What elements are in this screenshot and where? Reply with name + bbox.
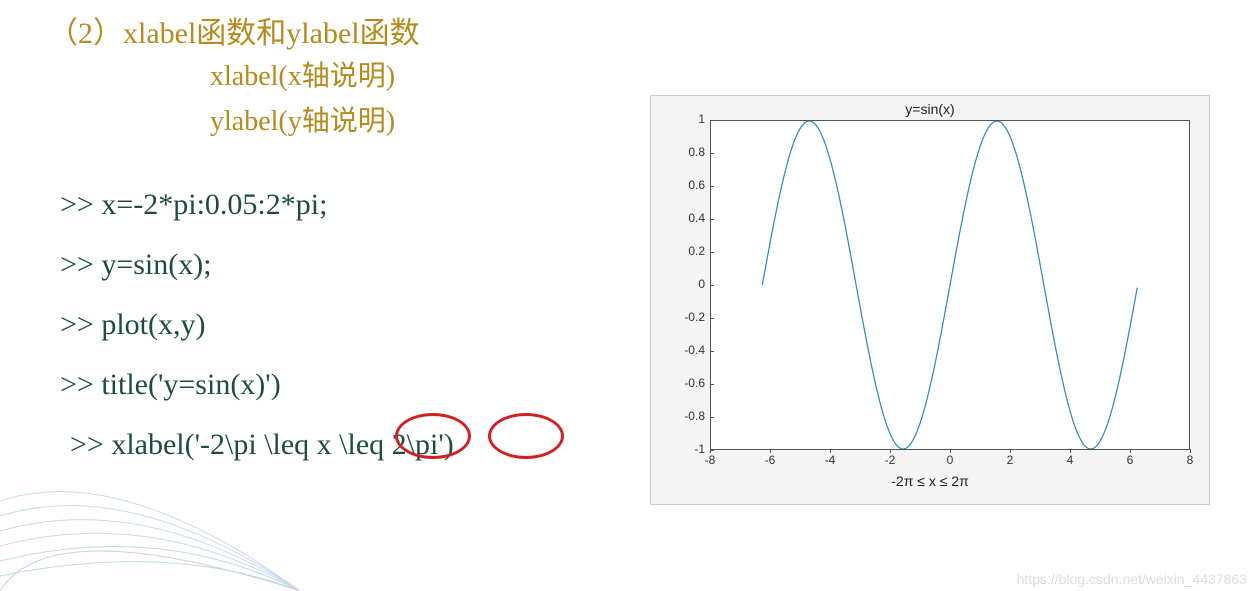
y-tick-label: 0.2 [665, 244, 705, 258]
code-line-5: >> xlabel('-2\pi \leq x \leq 2\pi') [70, 415, 454, 475]
section-heading: （2）xlabel函数和ylabel函数 [48, 8, 420, 52]
y-tick-label: -0.6 [665, 376, 705, 390]
code-text-5: >> xlabel('-2\pi \leq x \leq 2\pi') [70, 428, 454, 461]
y-tick-label: 0.8 [665, 145, 705, 159]
y-tick-label: -1 [665, 442, 705, 456]
annotation-circle-2 [488, 413, 564, 459]
x-tick-label: -8 [705, 453, 716, 467]
x-tick-label: -2 [885, 453, 896, 467]
y-tick-label: 1 [665, 112, 705, 126]
sine-curve [711, 121, 1189, 449]
watermark: https://blog.csdn.net/weixin_4437863 [1017, 571, 1247, 587]
y-tick-label: -0.8 [665, 409, 705, 423]
chart-panel: y=sin(x) -1 -0.8 -0.6 -0.4 -0.2 0 0.2 0.4 0.6 0.8… [650, 95, 1210, 505]
y-tick-label: 0.6 [665, 178, 705, 192]
y-tick-label: -0.2 [665, 310, 705, 324]
x-tick-label: 6 [1127, 453, 1134, 467]
x-tick-label: 0 [947, 453, 954, 467]
code-line-2: >> y=sin(x); [60, 235, 454, 295]
chart-title: y=sin(x) [650, 101, 1210, 117]
x-tick-label: -6 [765, 453, 776, 467]
x-tick-label: 8 [1187, 453, 1194, 467]
code-line-1: >> x=-2*pi:0.05:2*pi; [60, 175, 454, 235]
y-tick-label: -0.4 [665, 343, 705, 357]
x-tick-label: 2 [1007, 453, 1014, 467]
syntax-line-2: ylabel(y轴说明) [210, 100, 395, 145]
code-line-4: >> title('y=sin(x)') [60, 355, 454, 415]
y-tick-label: 0.4 [665, 211, 705, 225]
plot-area [710, 120, 1190, 450]
chart-xlabel: -2π ≤ x ≤ 2π [650, 473, 1210, 489]
code-line-3: >> plot(x,y) [60, 295, 454, 355]
x-tick-label: -4 [825, 453, 836, 467]
syntax-line-1: xlabel(x轴说明) [210, 55, 395, 100]
code-block: >> x=-2*pi:0.05:2*pi; >> y=sin(x); >> pl… [60, 175, 454, 475]
x-tick-label: 4 [1067, 453, 1074, 467]
syntax-block: xlabel(x轴说明) ylabel(y轴说明) [210, 55, 395, 145]
y-tick-label: 0 [665, 277, 705, 291]
